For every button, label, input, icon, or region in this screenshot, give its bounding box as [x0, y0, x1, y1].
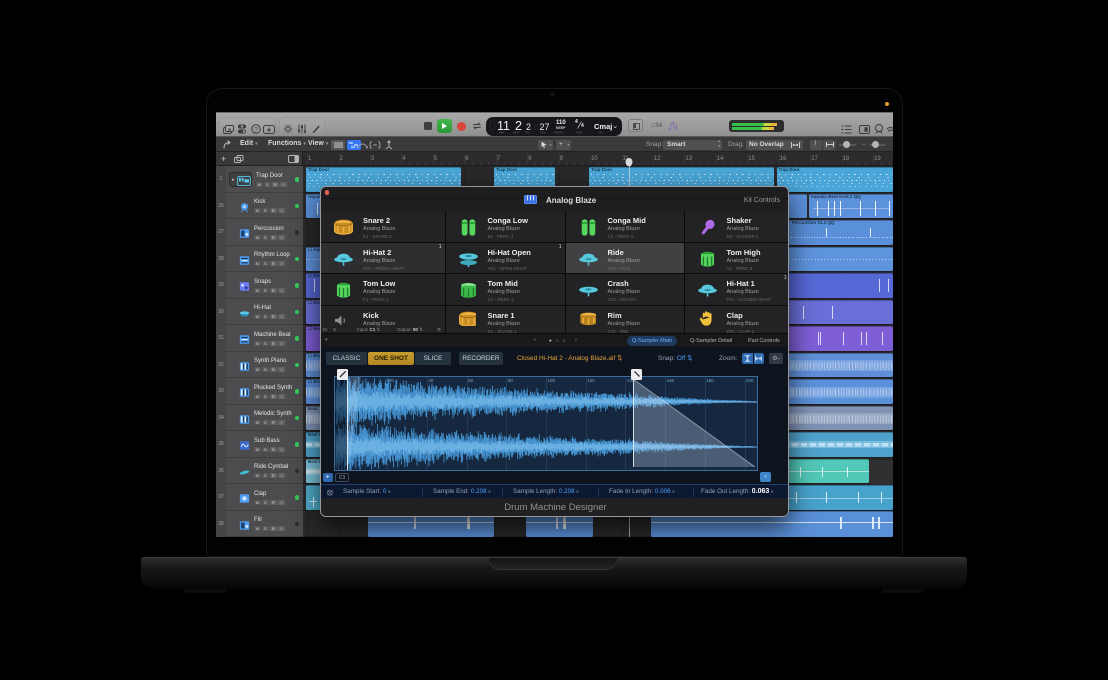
svg-text:a: a	[228, 127, 231, 133]
svg-text:?: ?	[254, 126, 258, 133]
